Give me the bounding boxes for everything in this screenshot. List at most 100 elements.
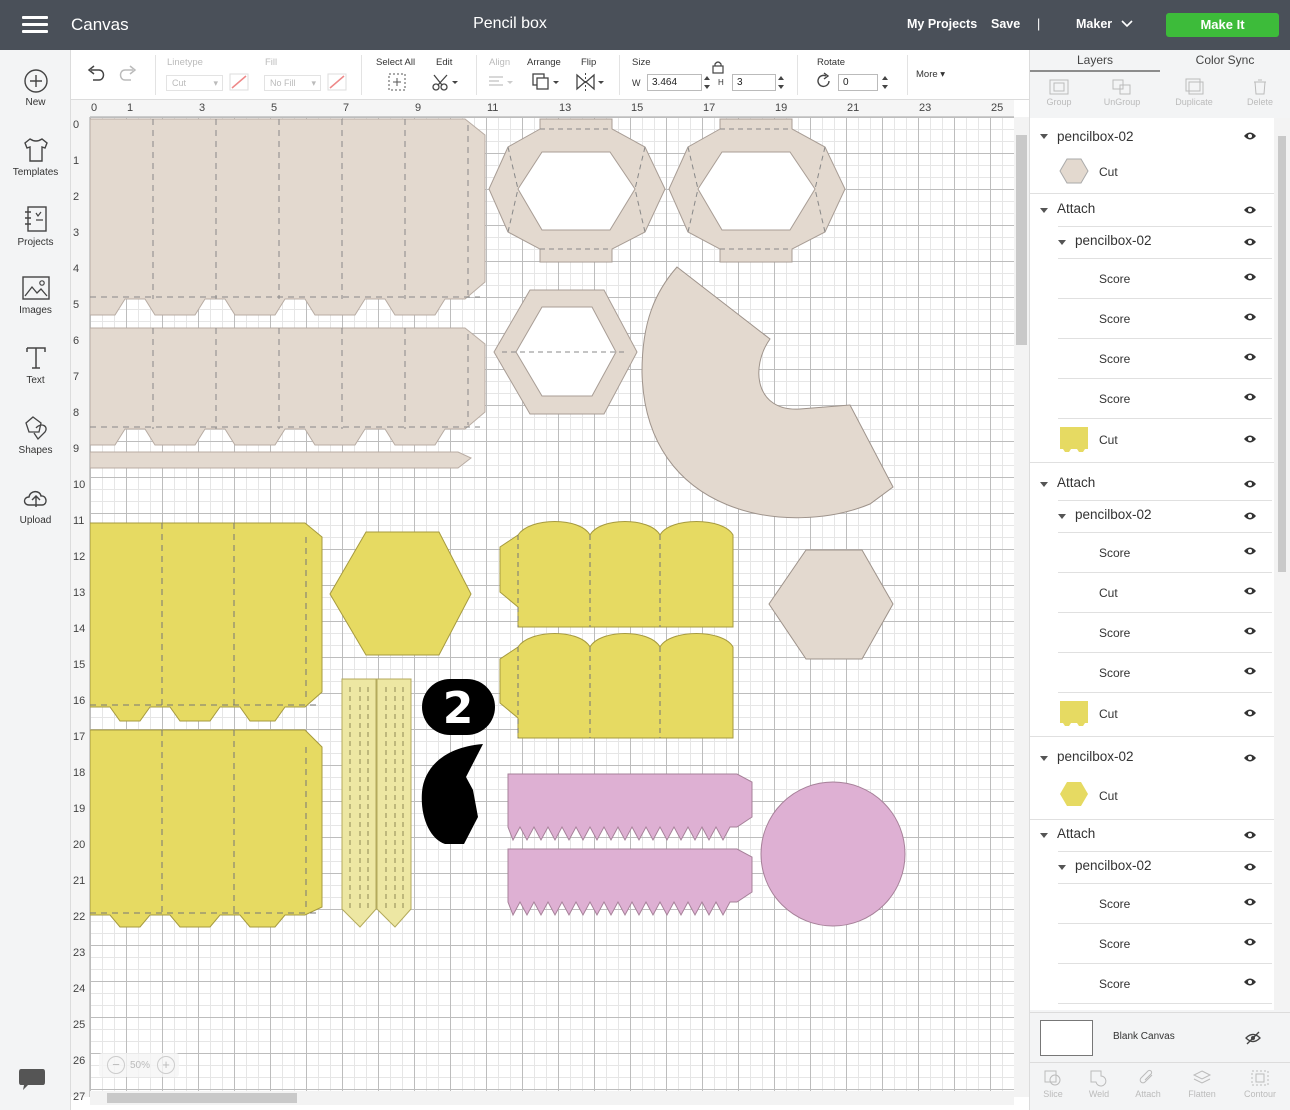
my-projects-link[interactable]: My Projects [907,17,977,31]
layer-item-row[interactable]: Cut [1030,776,1274,820]
canvas-vertical-scrollbar[interactable] [1014,117,1029,1097]
attach-group-row[interactable]: Attach [1030,820,1274,852]
fill-select[interactable]: No Fill ▾ [264,75,321,91]
flip-icon[interactable] [575,72,607,92]
weld-button[interactable]: Weld [1073,1069,1125,1099]
contour-button[interactable]: Contour [1234,1069,1286,1099]
scissors-icon[interactable] [431,72,459,92]
beige-box-panel-top[interactable] [90,118,486,316]
eye-icon[interactable] [1243,392,1257,402]
nav-text[interactable]: Text [0,344,71,386]
black-pencil-tip[interactable] [421,744,483,844]
height-input[interactable]: 3 [732,74,776,91]
eye-icon[interactable] [1243,131,1257,141]
layer-item-row[interactable]: Score [1030,924,1274,964]
eye-icon[interactable] [1243,272,1257,282]
layers-scrollbar[interactable] [1274,118,1290,1010]
more-button[interactable]: More ▾ [916,69,945,80]
eye-hidden-icon[interactable] [1245,1031,1261,1045]
yellow-box-panel-bottom[interactable] [90,729,323,928]
attach-group-row[interactable]: Attach [1030,469,1274,501]
nav-shapes[interactable]: Shapes [0,414,71,456]
select-all-icon[interactable] [387,72,407,92]
height-stepper-icon[interactable] [777,74,785,91]
nav-upload[interactable]: Upload [0,484,71,526]
layer-item-row[interactable]: Score [1030,613,1274,653]
save-link[interactable]: Save [991,17,1020,31]
zoom-in-button[interactable]: + [157,1056,175,1074]
beige-strip[interactable] [90,451,472,469]
layer-item-row[interactable]: Score [1030,339,1274,379]
canvas-horizontal-scrollbar[interactable] [90,1091,1014,1105]
undo-icon[interactable] [85,64,107,84]
eye-icon[interactable] [1243,511,1257,521]
beige-hexagon-ring-1[interactable] [488,118,666,263]
tab-color-sync[interactable]: Color Sync [1160,50,1290,72]
light-yellow-pencil-strips[interactable] [341,678,412,928]
beige-cone-arc[interactable] [641,266,894,519]
layer-group-row[interactable]: pencilbox-02 [1030,501,1274,533]
eye-icon[interactable] [1243,586,1257,596]
flatten-button[interactable]: Flatten [1176,1069,1228,1099]
redo-icon[interactable] [117,64,139,84]
eye-icon[interactable] [1243,708,1257,718]
width-input[interactable]: 3.464 [647,74,702,91]
beige-box-panel-middle[interactable] [90,327,486,446]
lock-icon[interactable] [711,60,725,74]
eye-icon[interactable] [1243,862,1257,872]
eye-icon[interactable] [1243,237,1257,247]
beige-hexagon-ring-2[interactable] [668,118,846,263]
attach-group-row[interactable]: Attach [1030,195,1274,227]
eye-icon[interactable] [1243,753,1257,763]
layer-item-row[interactable]: Cut [1030,152,1274,194]
layer-item-row[interactable]: Score [1030,964,1274,1004]
slice-button[interactable]: Slice [1027,1069,1079,1099]
eye-icon[interactable] [1243,205,1257,215]
layer-item-row[interactable]: Cut [1030,573,1274,613]
attach-button[interactable]: Attach [1122,1069,1174,1099]
eye-icon[interactable] [1243,626,1257,636]
canvas-grid[interactable]: 2 [90,117,1014,1097]
rotate-icon[interactable] [815,72,833,90]
tab-layers[interactable]: Layers [1030,50,1160,72]
pink-circle[interactable] [760,781,906,927]
layer-item-row[interactable]: Cut [1030,419,1274,463]
linetype-select[interactable]: Cut ▾ [166,75,223,91]
layer-item-row[interactable]: Score [1030,884,1274,924]
layer-group-row[interactable]: pencilbox-02 [1030,227,1274,259]
eye-icon[interactable] [1243,897,1257,907]
beige-hexagon[interactable] [768,549,894,660]
eye-icon[interactable] [1243,546,1257,556]
nav-templates[interactable]: Templates [0,136,71,178]
layer-item-row[interactable]: Score [1030,259,1274,299]
zoom-out-button[interactable]: − [107,1056,125,1074]
beige-hexagon-ring-3[interactable] [493,289,638,415]
layer-item-row[interactable]: Score [1030,533,1274,573]
eye-icon[interactable] [1243,434,1257,444]
eye-icon[interactable] [1243,666,1257,676]
layer-item-row[interactable]: Score [1030,379,1274,419]
yellow-scalloped-top[interactable] [499,521,734,628]
yellow-box-panel-top[interactable] [90,522,323,722]
layer-group-row[interactable]: pencilbox-02 [1030,742,1274,776]
layer-group-row[interactable]: pencilbox-02 [1030,852,1274,884]
design-canvas[interactable]: 0 1 3 5 7 9 11 13 15 17 19 21 23 25 0 1 2 3 4 5 6 7 8 9 10 11 12 1… [71,100,1029,1110]
eye-icon[interactable] [1243,830,1257,840]
nav-new[interactable]: New [0,68,71,108]
ungroup-button[interactable]: UnGroup [1094,78,1150,107]
eye-icon[interactable] [1243,977,1257,987]
eye-icon[interactable] [1243,479,1257,489]
nav-projects[interactable]: Projects [0,204,71,248]
fill-color-swatch-icon[interactable] [327,73,347,91]
chat-bubble-icon[interactable] [18,1066,46,1092]
number-two-badge[interactable]: 2 [422,679,495,735]
arrange-icon[interactable] [531,72,561,92]
layer-item-row[interactable]: Cut [1030,693,1274,737]
nav-images[interactable]: Images [0,274,71,316]
pink-strip-bottom[interactable] [507,848,753,917]
yellow-hexagon[interactable] [329,531,472,656]
eye-icon[interactable] [1243,312,1257,322]
linetype-color-swatch-icon[interactable] [229,73,249,91]
layer-group-row[interactable]: pencilbox-02 [1030,118,1274,156]
yellow-scalloped-bottom[interactable] [499,633,734,739]
